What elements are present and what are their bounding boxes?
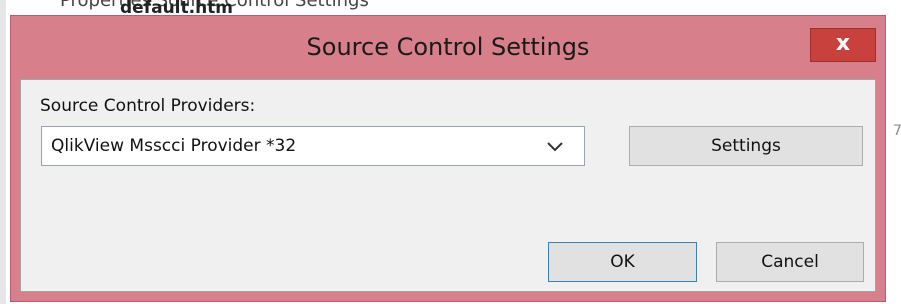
close-button[interactable]: x [810,28,876,62]
provider-select-value: QlikView Msscci Provider *32 [51,136,297,156]
ok-button[interactable]: OK [548,242,697,282]
background-side-text: 7 [893,123,901,139]
dialog-titlebar[interactable]: Source Control Settings x [11,16,885,80]
cancel-button[interactable]: Cancel [716,242,864,282]
provider-select[interactable]: QlikView Msscci Provider *32 [41,126,585,166]
dialog-client-area: Source Control Providers: QlikView Msscc… [20,79,876,292]
background-window-border [0,0,6,304]
providers-label: Source Control Providers: [40,96,256,116]
settings-button[interactable]: Settings [629,126,863,166]
chevron-down-icon [547,142,563,152]
dialog-title: Source Control Settings [306,33,590,61]
source-control-settings-dialog: Source Control Settings x Source Control… [10,15,886,302]
close-icon: x [835,31,851,56]
